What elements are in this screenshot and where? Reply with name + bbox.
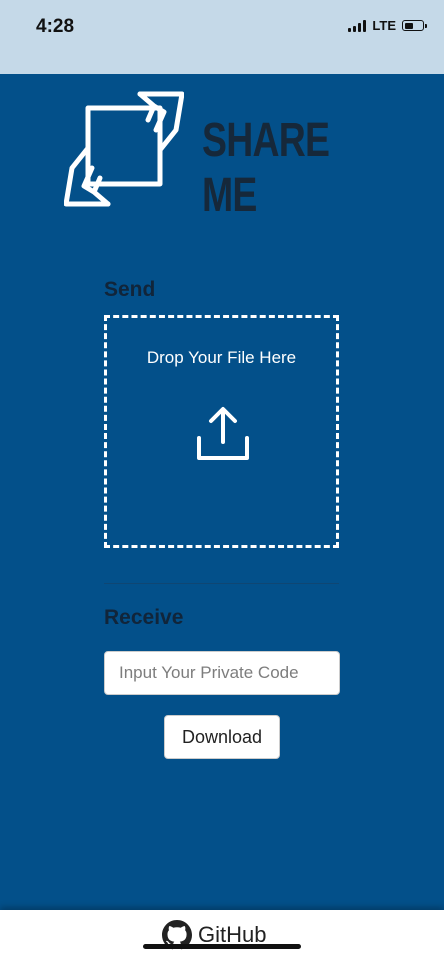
receive-heading: Receive <box>104 606 184 629</box>
status-time: 4:28 <box>36 16 75 37</box>
status-bar: 4:28 LTE <box>0 0 444 74</box>
network-label: LTE <box>372 18 396 33</box>
status-indicators: LTE <box>348 18 427 33</box>
file-drop-zone[interactable]: Drop Your File Here <box>104 315 339 548</box>
drop-zone-label: Drop Your File Here <box>146 348 297 367</box>
download-button[interactable]: Download <box>164 715 280 759</box>
brand-title: SHARE ME <box>202 114 330 222</box>
footer: GitHub <box>0 910 444 961</box>
section-divider <box>104 583 339 584</box>
battery-icon <box>402 20 427 31</box>
send-heading: Send <box>104 278 156 301</box>
signal-icon <box>348 19 367 32</box>
home-indicator <box>143 944 301 949</box>
hands-exchange-icon <box>64 91 184 207</box>
upload-icon <box>197 407 249 460</box>
private-code-input[interactable] <box>104 651 340 695</box>
